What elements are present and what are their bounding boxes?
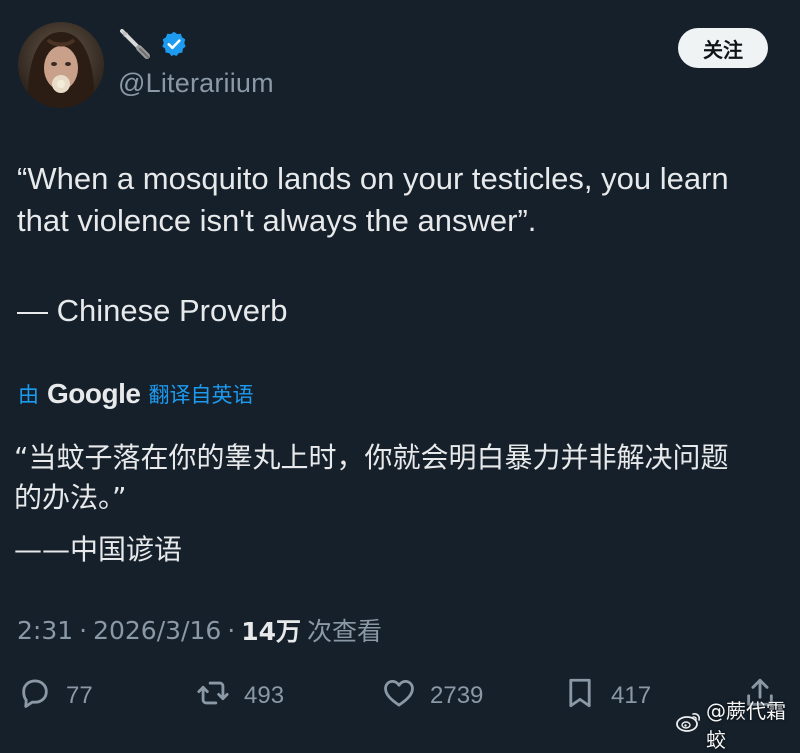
heart-icon — [382, 676, 416, 717]
repost-icon — [196, 676, 230, 717]
verified-badge-icon — [160, 30, 188, 63]
bookmark-button[interactable]: 417 — [563, 676, 651, 716]
like-count: 2739 — [430, 682, 484, 709]
tweet-attribution: — Chinese Proverb — [17, 293, 288, 328]
translation-credit[interactable]: 由 Google 翻译自英语 — [18, 374, 253, 414]
google-logo: Google — [47, 378, 141, 409]
watermark-text: @蕨代霜蛟 — [706, 699, 786, 752]
translated-text: “当蚊子落在你的睾丸上时，你就会明白暴力并非解决问题 的办法。” — [14, 441, 729, 514]
meta-separator: · — [227, 615, 236, 645]
views-count: 14万 — [241, 617, 302, 646]
display-name-row[interactable] — [118, 28, 188, 64]
repost-button[interactable]: 493 — [196, 676, 284, 716]
tweet-text: “When a mosquito lands on your testicles… — [17, 161, 729, 238]
avatar-image — [18, 22, 104, 108]
like-button[interactable]: 2739 — [382, 676, 483, 716]
views-label: 次查看 — [307, 617, 383, 646]
repost-count: 493 — [244, 682, 285, 709]
meta-separator: · — [79, 615, 88, 645]
avatar[interactable] — [18, 22, 104, 108]
tweet-meta: 2:31 · 2026/3/16 · 14万 次查看 — [17, 612, 382, 648]
translation-prefix: 由 — [18, 383, 39, 407]
bookmark-count: 417 — [611, 682, 652, 709]
weibo-watermark: @蕨代霜蛟 — [676, 699, 800, 752]
quill-pen-icon — [118, 27, 152, 66]
reply-button[interactable]: 77 — [18, 676, 93, 716]
follow-button[interactable]: 关注 — [678, 28, 768, 68]
weibo-logo-icon — [676, 711, 702, 738]
reply-count: 77 — [66, 682, 93, 709]
tweet-date[interactable]: 2026/3/16 — [93, 616, 221, 645]
tweet-time[interactable]: 2:31 — [17, 616, 73, 645]
translated-attribution: ——中国谚语 — [14, 533, 183, 566]
reply-icon — [18, 676, 52, 717]
account-handle[interactable]: @Literariium — [118, 68, 274, 99]
bookmark-icon — [563, 676, 597, 717]
translation-source-label[interactable]: 翻译自英语 — [148, 379, 253, 409]
